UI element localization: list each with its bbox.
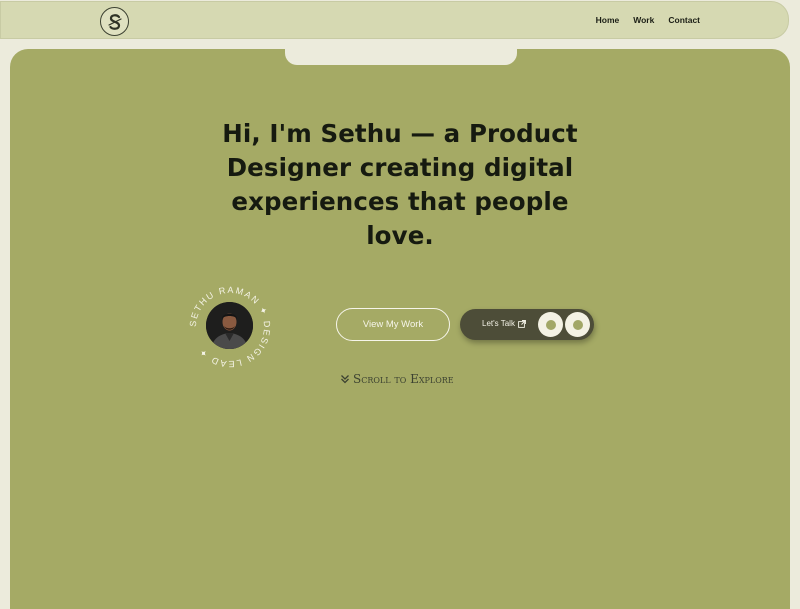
external-link-icon bbox=[518, 319, 526, 328]
view-my-work-button[interactable]: View My Work bbox=[336, 308, 450, 341]
profile-badge: SETHU RAMAN ✦ DESIGN LEAD ✦ bbox=[188, 285, 272, 369]
panel-notch bbox=[285, 49, 517, 65]
toggle-dot-left bbox=[538, 312, 563, 337]
lets-talk-label-group: Let's Talk bbox=[482, 319, 526, 328]
s-monogram-logo-icon bbox=[107, 13, 122, 30]
nav-home-link[interactable]: Home bbox=[596, 15, 620, 25]
nav-links: Home Work Contact bbox=[596, 15, 700, 25]
top-navbar: Home Work Contact bbox=[0, 1, 789, 39]
avatar bbox=[206, 302, 253, 349]
lets-talk-button[interactable]: Let's Talk bbox=[460, 309, 594, 340]
hero-headline: Hi, I'm Sethu — a Product Designer creat… bbox=[222, 119, 578, 250]
scroll-label: Scroll to Explore bbox=[353, 372, 454, 386]
nav-contact-link[interactable]: Contact bbox=[668, 15, 700, 25]
logo[interactable] bbox=[100, 7, 129, 36]
scroll-to-explore[interactable]: Scroll to Explore bbox=[340, 372, 454, 386]
lets-talk-label: Let's Talk bbox=[482, 319, 515, 328]
portrait-image bbox=[206, 302, 253, 349]
double-chevron-down-icon bbox=[341, 375, 349, 384]
toggle-dot-right bbox=[565, 312, 590, 337]
nav-work-link[interactable]: Work bbox=[633, 15, 654, 25]
